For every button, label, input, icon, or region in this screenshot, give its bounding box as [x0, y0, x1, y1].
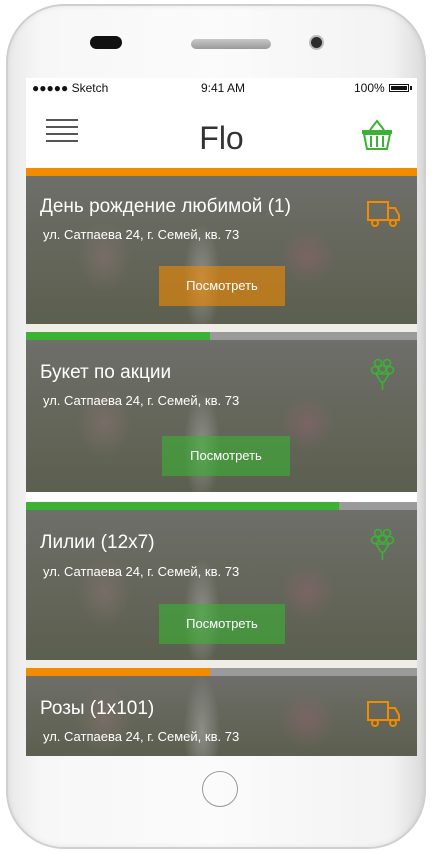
- home-button[interactable]: [202, 771, 238, 807]
- order-title: Лилии (12х7): [40, 532, 155, 553]
- order-card[interactable]: День рождение любимой (1) ул. Сатпаева 2…: [26, 176, 417, 324]
- order-address: ул. Сатпаева 24, г. Семей, кв. 73: [43, 564, 240, 579]
- speaker: [191, 39, 271, 49]
- nav-bar: Flo: [26, 98, 417, 168]
- view-button[interactable]: Посмотреть: [159, 604, 285, 644]
- order-address: ул. Сатпаева 24, г. Семей, кв. 73: [43, 729, 240, 744]
- view-button[interactable]: Посмотреть: [159, 266, 285, 306]
- delivery-truck-icon: [367, 701, 400, 727]
- page-title: Flo: [199, 120, 244, 156]
- app-screen: ●●●●● Sketch 9:41 AM 100% Flo День рожде…: [26, 78, 417, 756]
- order-card[interactable]: Букет по акции ул. Сатпаева 24, г. Семей…: [26, 340, 417, 492]
- sensor: [90, 36, 122, 49]
- separator: [26, 660, 417, 668]
- top-accent-bar: [26, 168, 417, 176]
- status-bar: ●●●●● Sketch 9:41 AM 100%: [26, 78, 417, 98]
- order-title: День рождение любимой (1): [40, 196, 291, 217]
- carrier-label: ●●●●● Sketch: [32, 81, 109, 95]
- separator: [26, 324, 417, 332]
- order-progress: [26, 502, 417, 510]
- battery-percent: 100%: [354, 81, 385, 95]
- order-address: ул. Сатпаева 24, г. Семей, кв. 73: [43, 227, 240, 242]
- battery-tip: [410, 86, 412, 90]
- bouquet-icon: [370, 528, 395, 560]
- order-card[interactable]: Розы (1х101) ул. Сатпаева 24, г. Семей, …: [26, 676, 417, 756]
- order-progress: [26, 668, 417, 676]
- order-title: Розы (1х101): [40, 698, 155, 719]
- order-title: Букет по акции: [40, 362, 172, 383]
- delivery-truck-icon: [367, 201, 400, 227]
- battery-icon: [389, 84, 409, 92]
- clock: 9:41 AM: [201, 81, 246, 95]
- view-button[interactable]: Посмотреть: [162, 436, 290, 476]
- bouquet-icon: [370, 358, 395, 390]
- order-card[interactable]: Лилии (12х7) ул. Сатпаева 24, г. Семей, …: [26, 510, 417, 660]
- order-progress: [26, 332, 417, 340]
- front-camera: [309, 35, 324, 50]
- basket-icon[interactable]: [360, 118, 394, 152]
- order-address: ул. Сатпаева 24, г. Семей, кв. 73: [43, 393, 240, 408]
